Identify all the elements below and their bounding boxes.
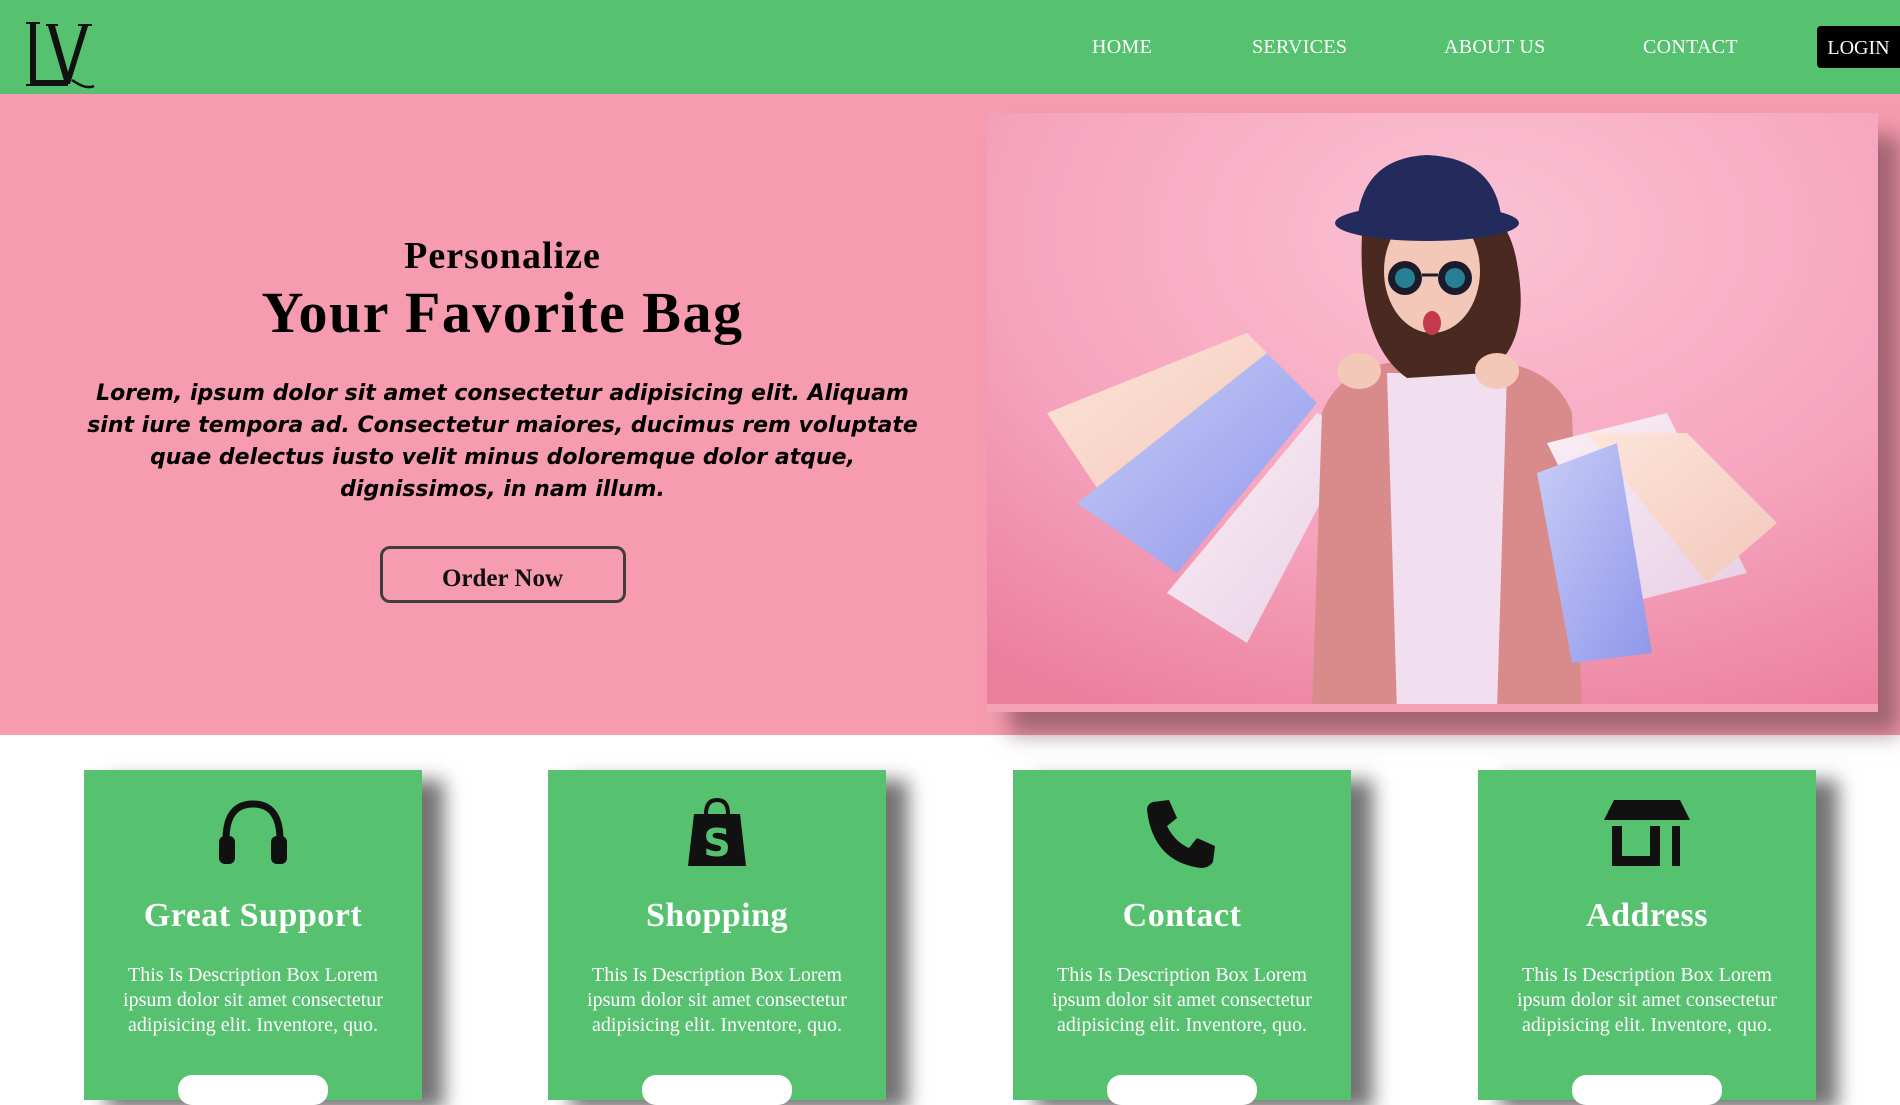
feature-title: Great Support — [143, 897, 363, 934]
feature-card-address: Address This Is Description Box Lorem ip… — [1478, 770, 1816, 1105]
lv-monogram-logo[interactable] — [24, 20, 96, 92]
hero-description: Lorem, ipsum dolor sit amet consectetur … — [87, 381, 918, 502]
nav-link-about-us[interactable]: ABOUT US — [1444, 36, 1546, 59]
nav-link-services[interactable]: SERVICES — [1252, 36, 1347, 59]
feature-card-shopping: S Shopping This Is Description Box Lorem… — [548, 770, 886, 1105]
feature-description: This Is Description Box Lorem ipsum dolo… — [587, 964, 847, 1036]
nav-link-home[interactable]: HOME — [1092, 36, 1152, 59]
login-button[interactable]: LOGIN — [1817, 26, 1900, 68]
feature-description: This Is Description Box Lorem ipsum dolo… — [1517, 964, 1777, 1036]
feature-title: Contact — [1122, 897, 1242, 934]
hero-text-block: Personalize Your Favorite Bag Lorem, ips… — [60, 234, 945, 603]
headphones-icon — [84, 796, 422, 870]
svg-text:S: S — [703, 821, 730, 865]
order-now-button[interactable]: Order Now — [379, 546, 626, 603]
hero-subtitle: Personalize — [404, 235, 601, 277]
feature-card-support: Great Support This Is Description Box Lo… — [84, 770, 422, 1105]
top-navbar: HOME SERVICES ABOUT US CONTACT LOGIN — [0, 0, 1900, 94]
hero-section: Personalize Your Favorite Bag Lorem, ips… — [0, 94, 1900, 735]
phone-icon — [1013, 796, 1351, 870]
feature-title: Address — [1586, 897, 1708, 934]
feature-description: This Is Description Box Lorem ipsum dolo… — [1052, 964, 1312, 1036]
hero-title: Your Favorite Bag — [261, 280, 744, 345]
store-icon — [1478, 796, 1816, 870]
nav-link-contact[interactable]: CONTACT — [1643, 36, 1738, 59]
feature-description: This Is Description Box Lorem ipsum dolo… — [123, 964, 383, 1036]
feature-title: Shopping — [646, 897, 788, 934]
woman-with-shopping-bags-photo — [987, 113, 1878, 712]
feature-card-contact: Contact This Is Description Box Lorem ip… — [1013, 770, 1351, 1105]
shopping-bag-icon: S — [548, 796, 886, 870]
